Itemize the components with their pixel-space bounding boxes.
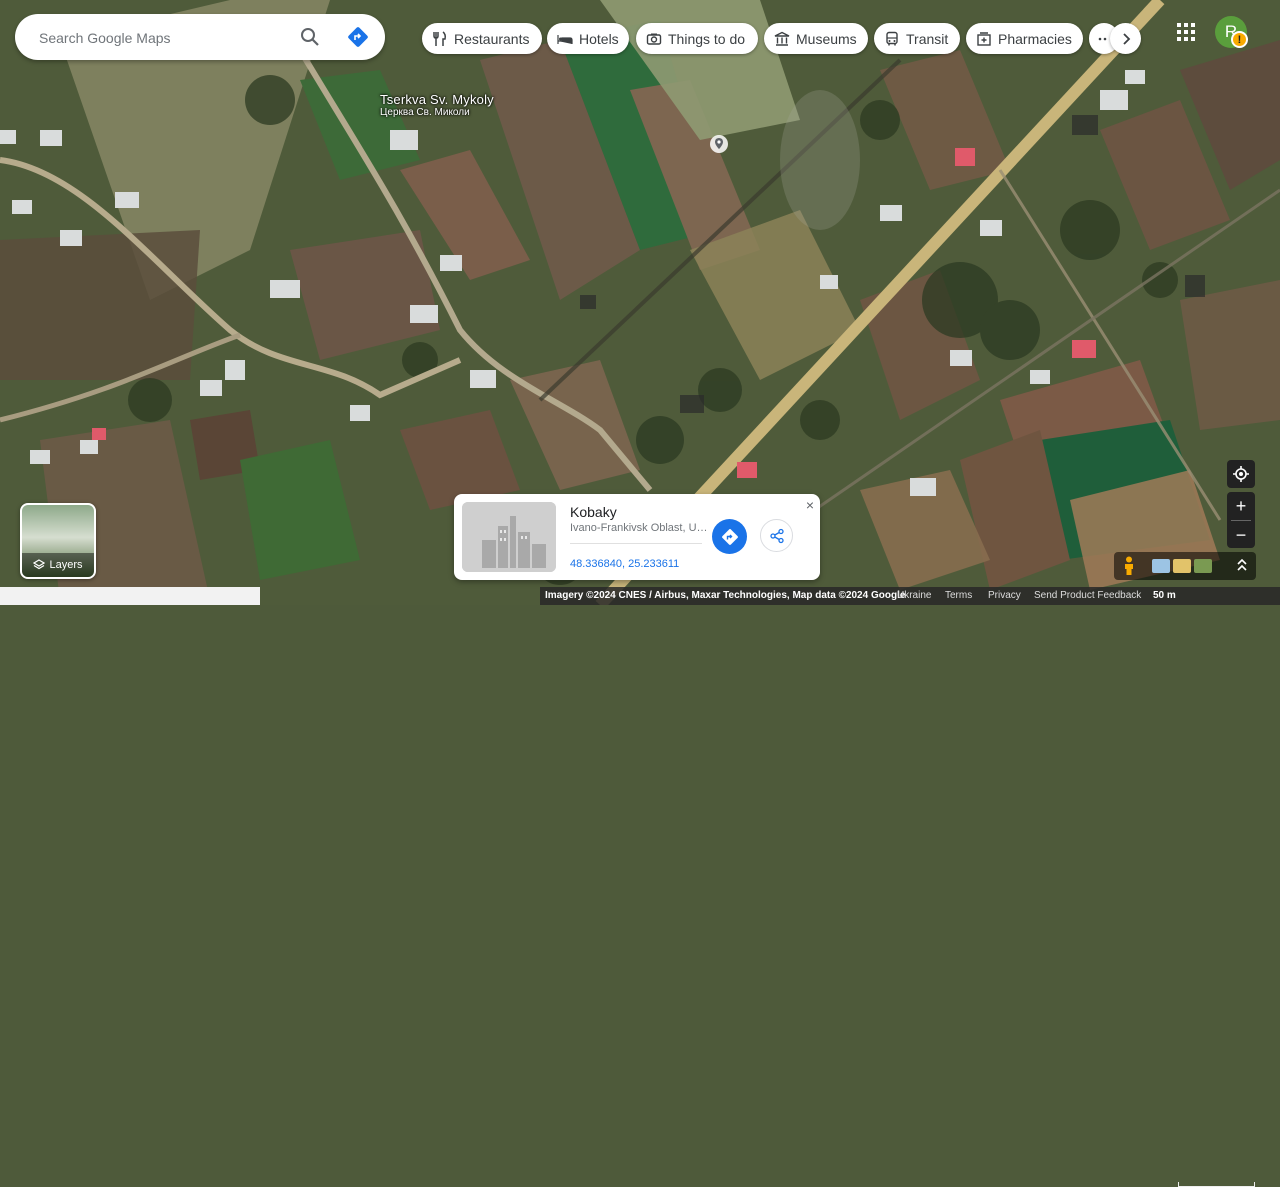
place-title: Kobaky [570,504,617,520]
pegman-icon[interactable] [1122,556,1136,576]
share-icon [769,528,784,543]
footer-terms[interactable]: Terms [945,590,972,601]
chip-label: Hotels [579,30,619,47]
chip-hotels[interactable]: Hotels [547,23,629,54]
imagery-attribution: Imagery ©2024 CNES / Airbus, Maxar Techn… [545,590,906,601]
footer-country[interactable]: Ukraine [897,590,931,601]
poi-label-church[interactable]: Tserkva Sv. Mykoly Церква Св. Миколи [380,92,494,118]
my-location-button[interactable] [1227,460,1255,488]
account-alert-badge: ! [1231,31,1248,48]
chevron-up-icon[interactable] [1236,557,1248,575]
imagery-thumb-3[interactable] [1194,559,1212,573]
poi-name: Tserkva Sv. Mykoly [380,92,494,107]
chip-label: Things to do [668,30,746,47]
fork-knife-icon [433,30,446,46]
chip-label: Museums [796,30,857,47]
place-coordinates[interactable]: 48.336840, 25.233611 [570,558,679,570]
chip-things-to-do[interactable]: Things to do [636,23,758,54]
apps-grid-icon[interactable] [1176,22,1196,42]
imagery-thumb-1[interactable] [1152,559,1170,573]
alert-mark: ! [1237,33,1242,46]
poi-local-name: Церква Св. Миколи [380,107,470,118]
chip-museums[interactable]: Museums [764,23,868,54]
chip-restaurants[interactable]: Restaurants [422,23,542,54]
directions-icon[interactable] [346,25,370,49]
zoom-in-button[interactable]: + [1227,492,1255,520]
chip-label: Restaurants [454,30,530,47]
layers-label-bar: Layers [22,553,94,577]
footer-feedback[interactable]: Send Product Feedback [1034,590,1141,601]
location-pin-icon[interactable] [709,134,729,154]
place-thumbnail[interactable] [462,502,556,572]
place-card[interactable]: Kobaky Ivano-Frankivsk Oblast, Ukraine 4… [454,494,820,580]
card-divider [570,543,702,544]
chips-next-button[interactable] [1110,23,1141,54]
layers-icon [33,559,46,570]
chip-pharmacies[interactable]: Pharmacies [966,23,1083,54]
place-subtitle: Ivano-Frankivsk Oblast, Ukraine [570,522,712,534]
map-tools-strip [1114,552,1256,580]
bus-icon [886,31,898,45]
imagery-thumb-2[interactable] [1173,559,1191,573]
directions-button[interactable] [712,519,747,554]
crosshair-icon [1233,466,1249,482]
directions-icon [721,528,738,545]
building-illustration [462,502,556,572]
zoom-out-button[interactable]: − [1227,521,1255,549]
chip-label: Pharmacies [998,30,1072,47]
close-card-button[interactable]: × [803,498,817,512]
pharmacy-icon [977,31,991,46]
share-button[interactable] [760,519,793,552]
camera-icon [646,33,662,45]
bed-icon [557,34,573,44]
museum-icon [774,31,790,46]
zoom-controls: + − [1227,492,1255,548]
footer-left-band [0,587,260,605]
search-box [15,14,385,60]
footer-privacy[interactable]: Privacy [988,590,1021,601]
search-input[interactable] [37,22,291,54]
layers-button[interactable]: Layers [20,503,96,579]
scale-label[interactable]: 50 m [1153,590,1176,601]
scale-bar [1178,1182,1255,1187]
search-icon[interactable] [298,25,322,49]
chevron-right-icon [1122,32,1130,45]
layers-label: Layers [49,559,83,571]
chip-label: Transit [906,30,949,47]
chip-transit[interactable]: Transit [874,23,960,54]
map-footer: Imagery ©2024 CNES / Airbus, Maxar Techn… [0,587,1280,1187]
